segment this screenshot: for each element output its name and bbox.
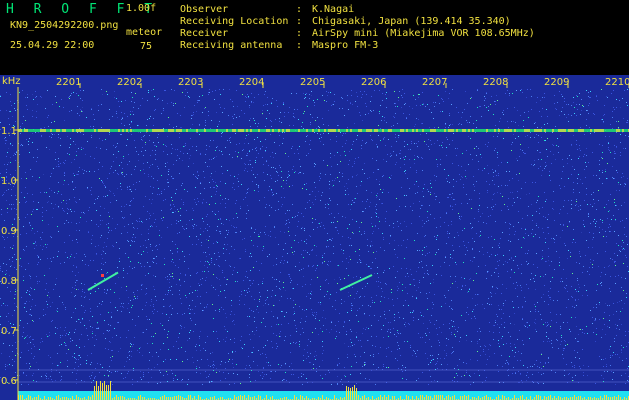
time-tick-label: 2204	[239, 77, 264, 88]
spectrogram: kHz 1.1 1.0 0.9 0.8 0.7 0.6 2201 2202 2203 2204 22…	[0, 75, 629, 400]
carrier-line	[18, 129, 629, 132]
unit-label: kHz	[2, 76, 21, 87]
time-tick-label: 2205	[300, 77, 325, 88]
time-tick-label: 2206	[361, 77, 386, 88]
y-tick-label: 0.6	[1, 376, 17, 387]
meteor-label: meteor	[126, 27, 163, 38]
metadata-colon: :	[296, 16, 303, 27]
time-tick-label: 2203	[178, 77, 203, 88]
metadata-colon: :	[296, 4, 303, 15]
metadata-key: Receiver	[180, 28, 229, 39]
y-tick-label: 0.7	[1, 326, 17, 337]
y-tick-label: 1.1	[1, 126, 17, 137]
time-tick-label: 2209	[544, 77, 569, 88]
metadata-row-antenna: Receiving antenna: Maspro FM-3	[180, 40, 535, 52]
version-label: 1.00f	[126, 3, 157, 14]
y-tick-label: 0.8	[1, 276, 17, 287]
meteor-echo-head	[101, 274, 104, 277]
metadata-value: K.Nagai	[312, 4, 355, 15]
time-tick-label: 2201	[56, 77, 81, 88]
metadata-key: Receiving antenna	[180, 40, 283, 51]
y-tick-label: 1.0	[1, 176, 17, 187]
bottom-bar-base	[18, 391, 629, 400]
time-tick-label: 2210	[605, 77, 629, 88]
metadata-value: Maspro FM-3	[312, 40, 379, 51]
header-panel: H R O F F T 1.00f KN9_2504292200.png 25.…	[0, 0, 629, 75]
metadata-key: Receiving Location	[180, 16, 289, 27]
time-tick-label: 2202	[117, 77, 142, 88]
metadata-block: Observer: K.Nagai Receiving Location: Chig…	[180, 4, 535, 52]
y-tick-label: 0.9	[1, 226, 17, 237]
metadata-row-location: Receiving Location: Chigasaki, Japan (139…	[180, 16, 535, 28]
metadata-value: AirSpy mini (Miakejima VOR 108.65MHz)	[312, 28, 535, 39]
metadata-colon: :	[296, 28, 303, 39]
meteor-count: 75	[140, 41, 153, 52]
metadata-key: Observer	[180, 4, 229, 15]
metadata-colon: :	[296, 40, 303, 51]
datetime-label: 25.04.29 22:00	[10, 40, 95, 51]
filename-label: KN9_2504292200.png	[10, 20, 119, 31]
metadata-value: Chigasaki, Japan (139.414 35.340)	[312, 16, 511, 27]
metadata-row-receiver: Receiver: AirSpy mini (Miakejima VOR 108.…	[180, 28, 535, 40]
time-tick-label: 2208	[483, 77, 508, 88]
metadata-row-observer: Observer: K.Nagai	[180, 4, 535, 16]
time-tick-label: 2207	[422, 77, 447, 88]
